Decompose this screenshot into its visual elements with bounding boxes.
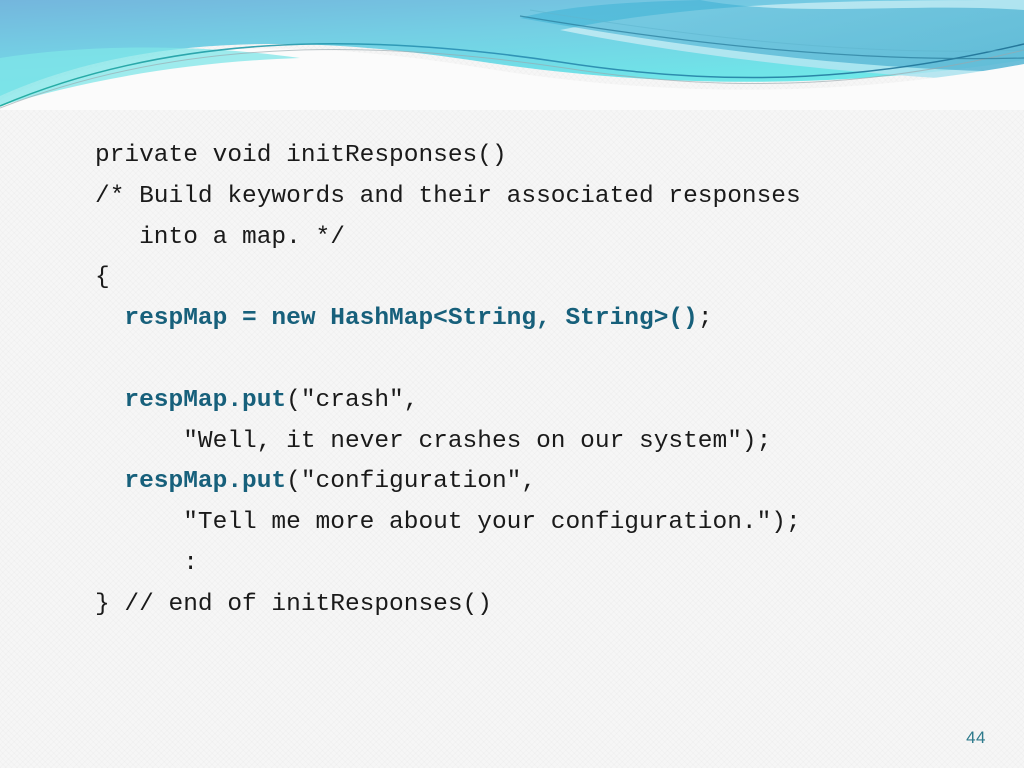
code-line: /* Build keywords and their associated r… — [95, 177, 975, 218]
code-line: into a map. */ — [95, 218, 975, 259]
wave-banner-graphic — [0, 0, 1024, 110]
slide-number: 44 — [966, 728, 986, 747]
code-line: private void initResponses() — [95, 136, 975, 177]
decorative-wave-banner — [0, 0, 1024, 110]
code-line: respMap.put("crash", — [95, 381, 975, 422]
code-token-keyword: respMap = new HashMap<String, String>() — [124, 305, 698, 333]
code-token-plain: } // end of initResponses() — [95, 590, 492, 618]
code-token-plain: ("configuration", — [286, 468, 537, 496]
wave-stroke-upper — [519, 15, 1024, 60]
code-line: "Well, it never crashes on our system"); — [95, 422, 975, 463]
code-token-plain: /* Build keywords and their associated r… — [95, 182, 801, 210]
wave-stroke-secondary — [0, 49, 1024, 109]
wave-fill-white — [0, 48, 1024, 110]
code-token-plain: into a map. */ — [95, 223, 345, 251]
code-line: : — [95, 544, 975, 585]
code-block: private void initResponses() /* Build key… — [95, 136, 975, 626]
code-token-plain: : — [95, 549, 198, 577]
code-line: } // end of initResponses() — [95, 585, 975, 626]
code-line: respMap.put("configuration", — [95, 462, 975, 503]
wave-fill-cyan-wedge — [0, 47, 300, 106]
code-token-plain: { — [95, 264, 110, 292]
slide-canvas: private void initResponses() /* Build key… — [0, 0, 1024, 768]
code-token-plain: private void initResponses() — [95, 142, 507, 169]
wave-fill-base — [0, 0, 1024, 96]
code-token-keyword: respMap.put — [124, 468, 287, 496]
code-token-plain: "Well, it never crashes on our system"); — [95, 427, 772, 455]
code-token-plain: ; — [697, 305, 713, 333]
code-line: { — [95, 258, 975, 299]
wave-stroke-primary — [0, 43, 1024, 107]
wave-stroke-upper-2 — [529, 9, 1024, 52]
code-token-plain: ("crash", — [286, 386, 419, 414]
wave-fill-deep — [520, 0, 1024, 72]
code-token-keyword: respMap.put — [124, 386, 287, 414]
wave-fill-pale — [560, 0, 1024, 82]
code-line: respMap = new HashMap<String, String>(); — [95, 299, 975, 340]
code-line: "Tell me more about your configuration."… — [95, 503, 975, 544]
code-token-plain: "Tell me more about your configuration."… — [95, 509, 801, 537]
